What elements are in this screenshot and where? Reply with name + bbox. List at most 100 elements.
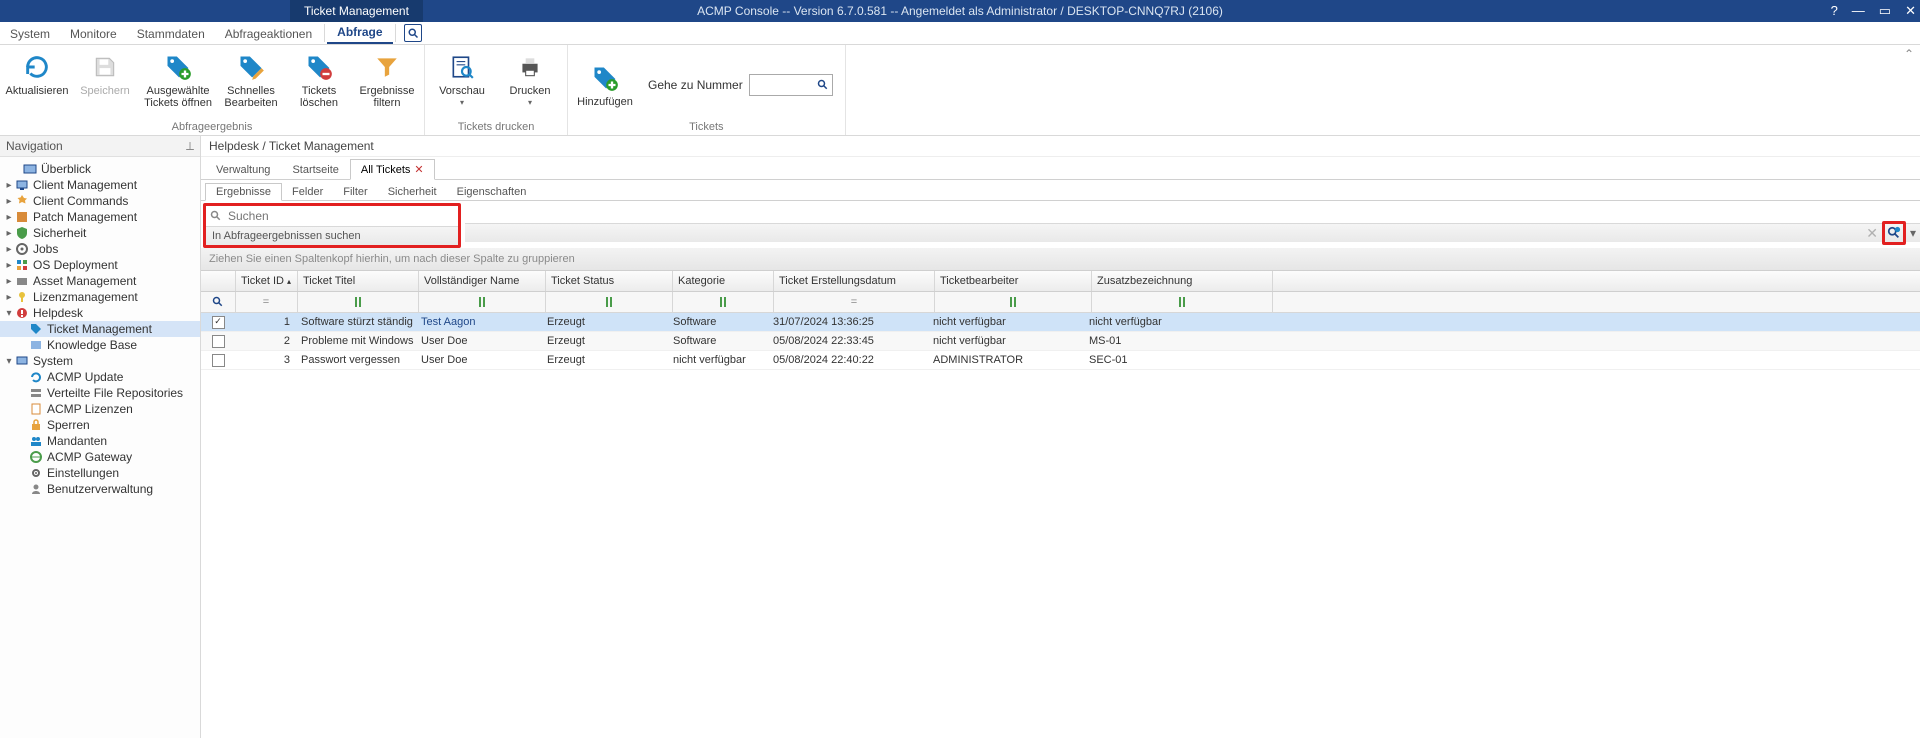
cell-name[interactable]: Test Aagon (416, 313, 542, 331)
nav-acmp-lizenzen[interactable]: ACMP Lizenzen (0, 401, 200, 417)
filter-cell[interactable] (1092, 292, 1273, 312)
filter-cell[interactable] (673, 292, 774, 312)
cell-status: Erzeugt (542, 313, 668, 331)
tab-startseite[interactable]: Startseite (281, 160, 349, 179)
subtab-felder[interactable]: Felder (282, 184, 333, 200)
cell-kategorie: Software (668, 313, 768, 331)
cell-name: User Doe (416, 351, 542, 369)
menu-system[interactable]: System (0, 24, 60, 44)
filter-cell[interactable] (935, 292, 1092, 312)
ticket-grid: Ticket ID▴ Ticket Titel Vollständiger Na… (201, 271, 1920, 738)
nav-client-management[interactable]: ▸Client Management (0, 177, 200, 193)
nav-ticket-management[interactable]: Ticket Management (0, 321, 200, 337)
nav-acmp-gateway[interactable]: ACMP Gateway (0, 449, 200, 465)
nav-einstellungen[interactable]: Einstellungen (0, 465, 200, 481)
ribbon-collapse-icon[interactable]: ⌃ (1904, 47, 1914, 61)
nav-mandanten[interactable]: Mandanten (0, 433, 200, 449)
drucken-button[interactable]: Drucken ▾ (499, 51, 561, 109)
search-icon[interactable] (817, 79, 829, 91)
help-icon[interactable]: ? (1831, 0, 1838, 22)
cell-kategorie: nicht verfügbar (668, 351, 768, 369)
filter-cell[interactable]: = (774, 292, 935, 312)
col-kategorie[interactable]: Kategorie (673, 271, 774, 291)
hinzufuegen-button[interactable]: Hinzufügen (574, 62, 636, 108)
menu-monitore[interactable]: Monitore (60, 24, 127, 44)
cell-zusatz: MS-01 (1084, 332, 1264, 350)
col-vollstaendiger-name[interactable]: Vollständiger Name (419, 271, 546, 291)
preview-icon (446, 51, 478, 83)
subtab-sicherheit[interactable]: Sicherheit (378, 184, 447, 200)
schnelles-bearbeiten-button[interactable]: Schnelles Bearbeiten (220, 51, 282, 109)
col-ticket-status[interactable]: Ticket Status (546, 271, 673, 291)
search-settings-icon[interactable] (1886, 225, 1902, 241)
nav-patch-management[interactable]: ▸Patch Management (0, 209, 200, 225)
menu-separator (324, 24, 325, 42)
cell-date: 05/08/2024 22:40:22 (768, 351, 928, 369)
tab-all-tickets[interactable]: All Tickets✕ (350, 159, 435, 180)
nav-knowledge-base[interactable]: Knowledge Base (0, 337, 200, 353)
ergebnisse-l2: filtern (374, 97, 401, 109)
funnel-icon (371, 51, 403, 83)
cell-bearbeiter: nicht verfügbar (928, 313, 1084, 331)
ausgewaehlte-tickets-oeffnen-button[interactable]: Ausgewählte Tickets öffnen (142, 51, 214, 109)
nav-acmp-update[interactable]: ACMP Update (0, 369, 200, 385)
cell-titel: Probleme mit Windows (296, 332, 416, 350)
subtab-eigenschaften[interactable]: Eigenschaften (447, 184, 537, 200)
filter-cell[interactable]: = (236, 292, 298, 312)
row-checkbox[interactable] (212, 354, 225, 367)
ergebnisse-filtern-button[interactable]: Ergebnisse filtern (356, 51, 418, 109)
nav-system[interactable]: ▾System (0, 353, 200, 369)
nav-asset-management[interactable]: ▸Asset Management (0, 273, 200, 289)
nav-sicherheit[interactable]: ▸Sicherheit (0, 225, 200, 241)
col-zusatzbezeichnung[interactable]: Zusatzbezeichnung (1092, 271, 1273, 291)
table-row[interactable]: 1 Software stürzt ständig ab Test Aagon … (201, 313, 1920, 332)
tickets-loeschen-button[interactable]: Tickets löschen (288, 51, 350, 109)
menu-stammdaten[interactable]: Stammdaten (127, 24, 215, 44)
col-ticketbearbeiter[interactable]: Ticketbearbeiter (935, 271, 1092, 291)
table-row[interactable]: 3 Passwort vergessen User Doe Erzeugt ni… (201, 351, 1920, 370)
col-ticket-id[interactable]: Ticket ID▴ (236, 271, 298, 291)
table-row[interactable]: 2 Probleme mit Windows User Doe Erzeugt … (201, 332, 1920, 351)
nav-lizenzmanagement[interactable]: ▸Lizenzmanagement (0, 289, 200, 305)
subtab-filter[interactable]: Filter (333, 184, 377, 200)
nav-benutzerverwaltung[interactable]: Benutzerverwaltung (0, 481, 200, 497)
subtab-ergebnisse[interactable]: Ergebnisse (205, 183, 282, 201)
tab-close-icon[interactable]: ✕ (414, 164, 423, 176)
menu-abfrageaktionen[interactable]: Abfrageaktionen (215, 24, 322, 44)
filter-cell[interactable] (419, 292, 546, 312)
col-erstellungsdatum[interactable]: Ticket Erstellungsdatum (774, 271, 935, 291)
minimize-button[interactable]: — (1852, 0, 1865, 22)
tab-verwaltung[interactable]: Verwaltung (205, 160, 281, 179)
dropdown-caret-icon: ▾ (460, 97, 464, 109)
search-input[interactable] (226, 208, 454, 224)
dropdown-caret-icon[interactable]: ▾ (1910, 226, 1916, 240)
vorschau-button[interactable]: Vorschau ▾ (431, 51, 493, 109)
aktualisieren-button[interactable]: Aktualisieren (6, 51, 68, 97)
nav-ueberblick[interactable]: Überblick (0, 161, 200, 177)
refresh-icon (21, 51, 53, 83)
col-ticket-titel[interactable]: Ticket Titel (298, 271, 419, 291)
filter-cell[interactable] (298, 292, 419, 312)
filter-cell[interactable] (201, 292, 236, 312)
row-checkbox[interactable] (212, 316, 225, 329)
nav-helpdesk[interactable]: ▾Helpdesk (0, 305, 200, 321)
filter-cell[interactable] (546, 292, 673, 312)
row-checkbox[interactable] (212, 335, 225, 348)
filter-contains-icon (1176, 297, 1188, 307)
close-button[interactable]: ✕ (1905, 0, 1916, 22)
nav-os-deployment[interactable]: ▸OS Deployment (0, 257, 200, 273)
nav-verteilte-file-repositories[interactable]: Verteilte File Repositories (0, 385, 200, 401)
clear-search-icon[interactable]: ✕ (1866, 225, 1878, 242)
menu-abfrage[interactable]: Abfrage (327, 22, 392, 44)
nav-sperren[interactable]: Sperren (0, 417, 200, 433)
menu-search-icon[interactable] (404, 24, 422, 42)
group-by-bar[interactable]: Ziehen Sie einen Spaltenkopf hierhin, um… (201, 248, 1920, 271)
nav-client-commands[interactable]: ▸Client Commands (0, 193, 200, 209)
search-hint: In Abfrageergebnissen suchen (206, 227, 458, 245)
ribbon-group-tickets: Hinzufügen Gehe zu Nummer Tickets (568, 45, 846, 135)
nav-jobs[interactable]: ▸Jobs (0, 241, 200, 257)
pin-icon[interactable]: ⟂ (186, 139, 194, 154)
col-checkbox[interactable] (201, 271, 236, 291)
maximize-button[interactable]: ▭ (1879, 0, 1891, 22)
gehe-zu-nummer-input[interactable] (749, 74, 833, 96)
